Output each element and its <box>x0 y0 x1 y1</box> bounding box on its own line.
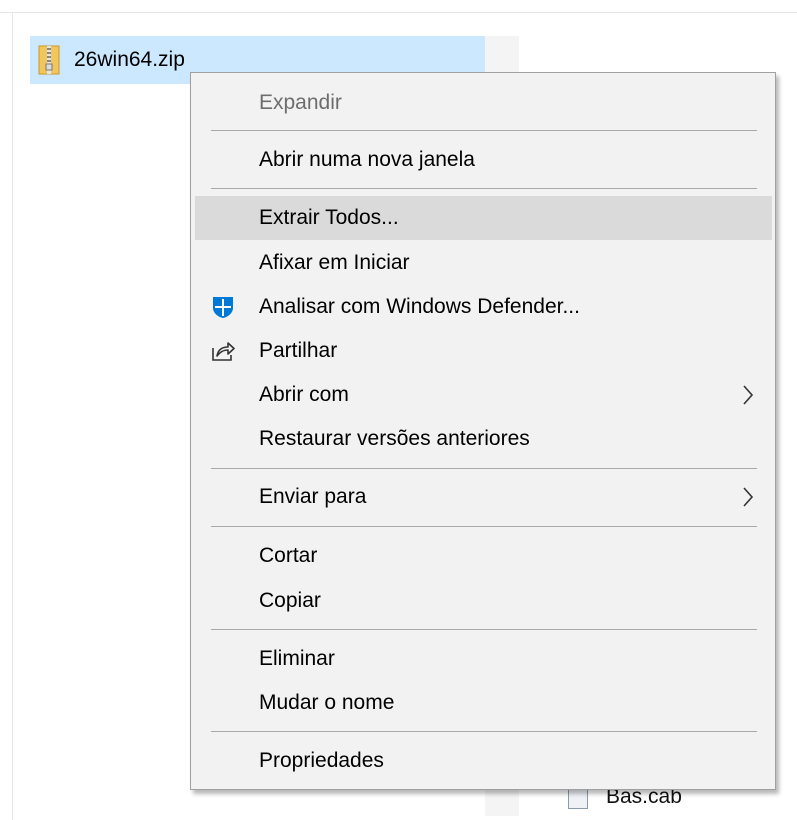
menu-item-copy[interactable]: Copiar <box>195 579 772 623</box>
menu-item-restore-versions[interactable]: Restaurar versões anteriores <box>195 417 772 461</box>
share-icon <box>212 342 235 361</box>
menu-item-properties[interactable]: Propriedades <box>195 739 772 783</box>
file-name: 26win64.zip <box>74 48 185 71</box>
chevron-right-icon <box>743 487 754 507</box>
menu-item-label: Cortar <box>259 544 318 567</box>
zip-folder-icon <box>38 45 60 75</box>
chevron-right-icon <box>743 385 754 405</box>
menu-item-share[interactable]: Partilhar <box>195 329 772 373</box>
menu-separator <box>211 731 757 732</box>
menu-item-delete[interactable]: Eliminar <box>195 637 772 681</box>
menu-item-label: Extrair Todos... <box>259 206 399 229</box>
window-left-border <box>12 12 13 820</box>
menu-separator <box>211 130 757 131</box>
menu-item-label: Enviar para <box>259 485 367 508</box>
menu-item-pin-to-start[interactable]: Afixar em Iniciar <box>195 241 772 285</box>
menu-item-label: Expandir <box>259 91 342 114</box>
menu-item-label: Abrir numa nova janela <box>259 148 475 171</box>
context-menu: Expandir Abrir numa nova janela Extrair … <box>190 72 776 790</box>
menu-item-label: Mudar o nome <box>259 691 395 714</box>
menu-item-label: Restaurar versões anteriores <box>259 427 530 450</box>
menu-item-label: Eliminar <box>259 647 335 670</box>
menu-item-label: Analisar com Windows Defender... <box>259 295 580 318</box>
window-top-border <box>0 12 797 13</box>
menu-separator <box>211 468 757 469</box>
menu-separator <box>211 526 757 527</box>
menu-item-rename[interactable]: Mudar o nome <box>195 681 772 725</box>
menu-item-label: Copiar <box>259 589 321 612</box>
menu-item-open-new-window[interactable]: Abrir numa nova janela <box>195 138 772 182</box>
menu-separator <box>211 188 757 189</box>
menu-item-label: Afixar em Iniciar <box>259 251 410 274</box>
menu-item-send-to[interactable]: Enviar para <box>195 475 772 519</box>
menu-item-scan-defender[interactable]: Analisar com Windows Defender... <box>195 285 772 329</box>
menu-item-extract-all[interactable]: Extrair Todos... <box>195 196 772 240</box>
menu-separator <box>211 629 757 630</box>
menu-item-label: Partilhar <box>259 339 338 362</box>
menu-item-label: Propriedades <box>259 749 384 772</box>
windows-defender-icon <box>213 297 233 318</box>
menu-item-cut[interactable]: Cortar <box>195 534 772 578</box>
menu-item-expand: Expandir <box>195 81 772 125</box>
menu-item-label: Abrir com <box>259 383 349 406</box>
menu-item-open-with[interactable]: Abrir com <box>195 373 772 417</box>
